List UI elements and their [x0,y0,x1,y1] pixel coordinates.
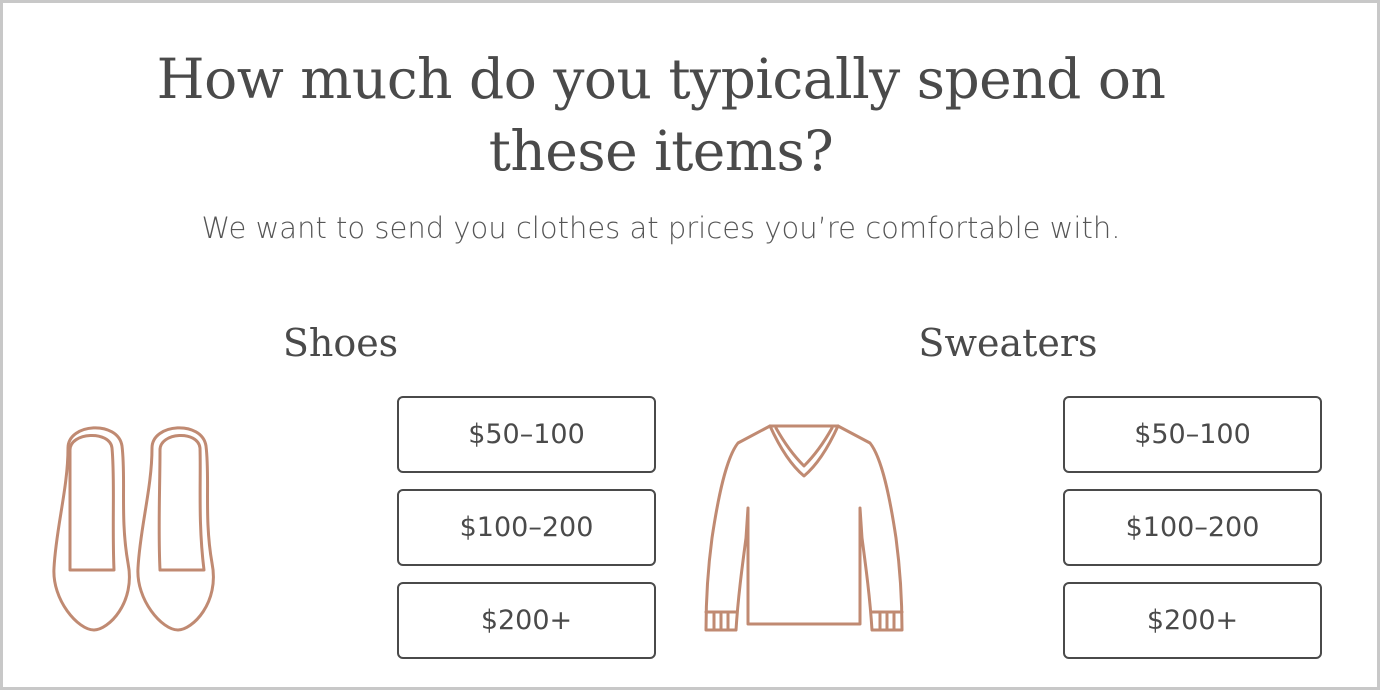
page-subtitle: We want to send you clothes at prices yo… [201,211,1121,245]
sweaters-option-100-200-button[interactable]: $100–200 [1063,489,1322,566]
page-title-line-2: these items? [488,119,834,183]
sweater-icon [698,418,908,638]
page-title: How much do you typically spend on these… [3,43,1319,187]
category-label-shoes: Shoes [282,321,399,365]
shoes-price-options: $50–100 $100–200 $200+ [397,396,656,675]
page-title-line-1: How much do you typically spend on [156,47,1166,111]
sweaters-option-200-plus-button[interactable]: $200+ [1063,582,1322,659]
shoes-option-50-100-button[interactable]: $50–100 [397,396,656,473]
page-frame: How much do you typically spend on these… [0,0,1380,690]
shoes-option-200-plus-button[interactable]: $200+ [397,582,656,659]
shoes-icon [48,418,228,638]
category-label-sweaters: Sweaters [918,321,1098,365]
sweaters-option-50-100-button[interactable]: $50–100 [1063,396,1322,473]
shoes-option-100-200-button[interactable]: $100–200 [397,489,656,566]
sweaters-price-options: $50–100 $100–200 $200+ [1063,396,1322,675]
